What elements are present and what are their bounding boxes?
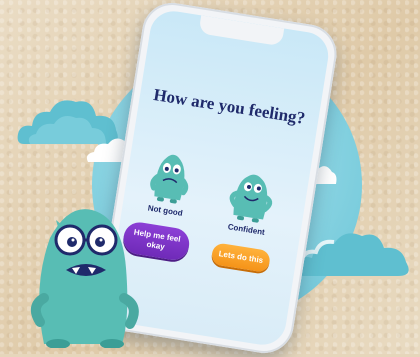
confident-monster-icon [229,174,273,223]
mood-option-not-good[interactable]: Not good [136,144,204,219]
phone-notch [198,15,285,47]
lets-do-this-button[interactable]: Lets do this [210,242,272,273]
mood-option-confident[interactable]: Confident [214,163,288,239]
screen-heading: How are you feeling? [152,85,307,128]
monster-with-glasses-icon [30,209,139,348]
sad-monster-icon [150,154,189,204]
